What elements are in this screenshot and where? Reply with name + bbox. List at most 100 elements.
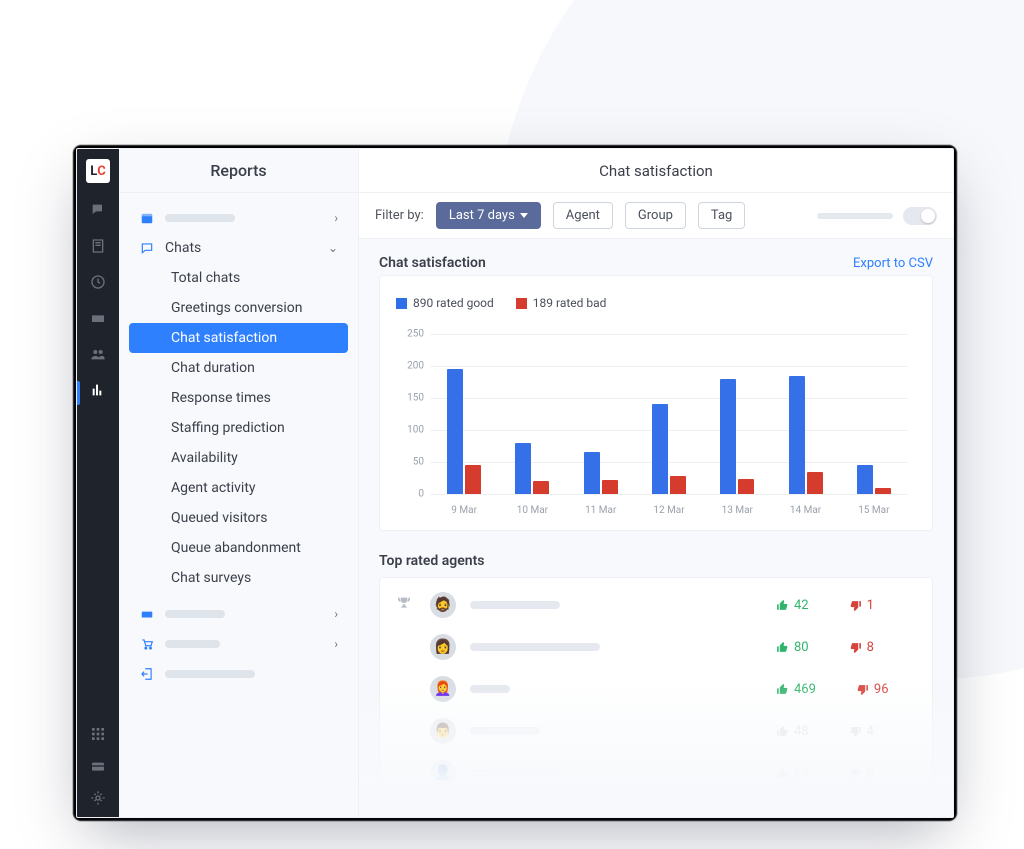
thumbs-up-count: 42: [776, 598, 809, 613]
main-panel: Chat satisfaction Filter by: Last 7 days…: [359, 149, 953, 817]
bar-group: [567, 334, 635, 494]
bar-group: [771, 334, 839, 494]
y-tick-label: 100: [396, 425, 424, 436]
y-tick-label: 150: [396, 393, 424, 404]
chart-card-header: Chat satisfaction Export to CSV: [379, 255, 933, 271]
sidebar-body: › Chats ⌄ Total chatsGreetings conversio…: [119, 193, 358, 817]
placeholder-text: [165, 610, 225, 618]
billing-icon[interactable]: [89, 757, 107, 775]
sidebar-group-tickets[interactable]: ›: [129, 599, 348, 629]
tickets-icon[interactable]: [89, 309, 107, 327]
thumbs-up-count: 64: [776, 766, 809, 781]
sidebar-group-dashboard[interactable]: ›: [129, 203, 348, 233]
y-tick-label: 50: [396, 457, 424, 468]
sidebar-item-agent-activity[interactable]: Agent activity: [129, 473, 348, 503]
cart-icon: [139, 636, 155, 652]
content-area: Chat satisfaction Export to CSV 890 rate…: [359, 239, 953, 817]
legend-bad: 189 rated bad: [516, 296, 607, 310]
plot-area: [430, 334, 908, 494]
agent-counts: 42 1: [776, 598, 916, 613]
agent-name-placeholder: [470, 643, 600, 651]
sidebar-item-chat-duration[interactable]: Chat duration: [129, 353, 348, 383]
x-tick-label: 13 Mar: [703, 505, 771, 516]
chevron-right-icon: ›: [334, 607, 338, 621]
top-agents-section: Top rated agents 🧔421👩808👩‍🦰46996👨484👤64…: [379, 553, 933, 817]
thumbs-down-count: 1: [849, 598, 874, 613]
avatar: 👨: [430, 718, 456, 744]
export-csv-link[interactable]: Export to CSV: [853, 256, 933, 271]
sidebar-item-chat-surveys[interactable]: Chat surveys: [129, 563, 348, 593]
agent-name-placeholder: [470, 769, 560, 777]
avatar: 👩‍🦰: [430, 676, 456, 702]
avatar: 👤: [430, 802, 456, 817]
sidebar-group-label: Chats: [165, 240, 201, 256]
filter-tag[interactable]: Tag: [698, 202, 745, 229]
bar-bad: [602, 480, 618, 494]
agent-row[interactable]: 👤648: [386, 752, 926, 794]
agent-row[interactable]: 👩808: [386, 626, 926, 668]
sidebar-item-availability[interactable]: Availability: [129, 443, 348, 473]
filter-group[interactable]: Group: [625, 202, 686, 229]
ticket-icon: [139, 606, 155, 622]
sidebar-item-staffing-prediction[interactable]: Staffing prediction: [129, 413, 348, 443]
chats-icon[interactable]: [89, 201, 107, 219]
chart-area: 0501001502002509 Mar10 Mar11 Mar12 Mar13…: [396, 320, 916, 520]
app-window: LC: [76, 148, 954, 818]
top-agents-card: 🧔421👩808👩‍🦰46996👨484👤648👤547: [379, 577, 933, 817]
sidebar-item-queued-visitors[interactable]: Queued visitors: [129, 503, 348, 533]
filter-date-range[interactable]: Last 7 days: [436, 202, 541, 229]
agent-row[interactable]: 🧔421: [386, 584, 926, 626]
sidebar-title: Reports: [119, 149, 358, 193]
bar-bad: [670, 476, 686, 494]
bar-good: [857, 465, 873, 494]
y-tick-label: 0: [396, 489, 424, 500]
sidebar-group-chats[interactable]: Chats ⌄: [129, 233, 348, 263]
settings-icon[interactable]: [89, 789, 107, 807]
compare-toggle[interactable]: [903, 207, 937, 225]
filter-agent[interactable]: Agent: [553, 202, 613, 229]
x-tick-label: 14 Mar: [771, 505, 839, 516]
sidebar-item-greetings-conversion[interactable]: Greetings conversion: [129, 293, 348, 323]
agent-row[interactable]: 👤 547: [386, 794, 926, 817]
reports-icon[interactable]: [89, 381, 107, 399]
agent-name-placeholder: [470, 727, 540, 735]
bar-group: [430, 334, 498, 494]
filter-bar: Filter by: Last 7 days Agent Group Tag: [359, 193, 953, 239]
chevron-down-icon: ⌄: [328, 241, 338, 255]
gridline: [430, 494, 908, 495]
app-logo: LC: [86, 159, 110, 183]
sidebar-item-chat-satisfaction[interactable]: Chat satisfaction: [129, 323, 348, 353]
bar-bad: [807, 472, 823, 494]
bar-bad: [875, 488, 891, 494]
clock-icon[interactable]: [89, 273, 107, 291]
agent-name-placeholder: [470, 601, 560, 609]
x-axis: 9 Mar10 Mar11 Mar12 Mar13 Mar14 Mar15 Ma…: [430, 505, 908, 516]
chart-card: 890 rated good 189 rated bad 05010015020…: [379, 275, 933, 531]
sidebar-item-total-chats[interactable]: Total chats: [129, 263, 348, 293]
bar-bad: [533, 481, 549, 494]
bar-group: [840, 334, 908, 494]
agent-name-placeholder: [470, 811, 550, 817]
agent-row[interactable]: 👨484: [386, 710, 926, 752]
bar-good: [447, 369, 463, 494]
sidebar-item-response-times[interactable]: Response times: [129, 383, 348, 413]
sidebar-group-ecommerce[interactable]: ›: [129, 629, 348, 659]
agent-counts: 547: [776, 808, 916, 818]
chart-legend: 890 rated good 189 rated bad: [396, 290, 916, 320]
compare-slider[interactable]: [817, 213, 893, 219]
bar-bad: [465, 465, 481, 494]
thumbs-up-count: 54: [776, 808, 809, 818]
chevron-right-icon: ›: [334, 211, 338, 225]
apps-icon[interactable]: [89, 725, 107, 743]
sidebar-item-queue-abandonment[interactable]: Queue abandonment: [129, 533, 348, 563]
bar-good: [789, 376, 805, 494]
x-tick-label: 9 Mar: [430, 505, 498, 516]
legend-swatch-good: [396, 298, 407, 309]
team-icon[interactable]: [89, 345, 107, 363]
sidebar-group-export[interactable]: [129, 659, 348, 689]
customers-icon[interactable]: [89, 237, 107, 255]
y-tick-label: 250: [396, 329, 424, 340]
agent-row[interactable]: 👩‍🦰46996: [386, 668, 926, 710]
placeholder-text: [165, 670, 255, 678]
bar-good: [720, 379, 736, 494]
